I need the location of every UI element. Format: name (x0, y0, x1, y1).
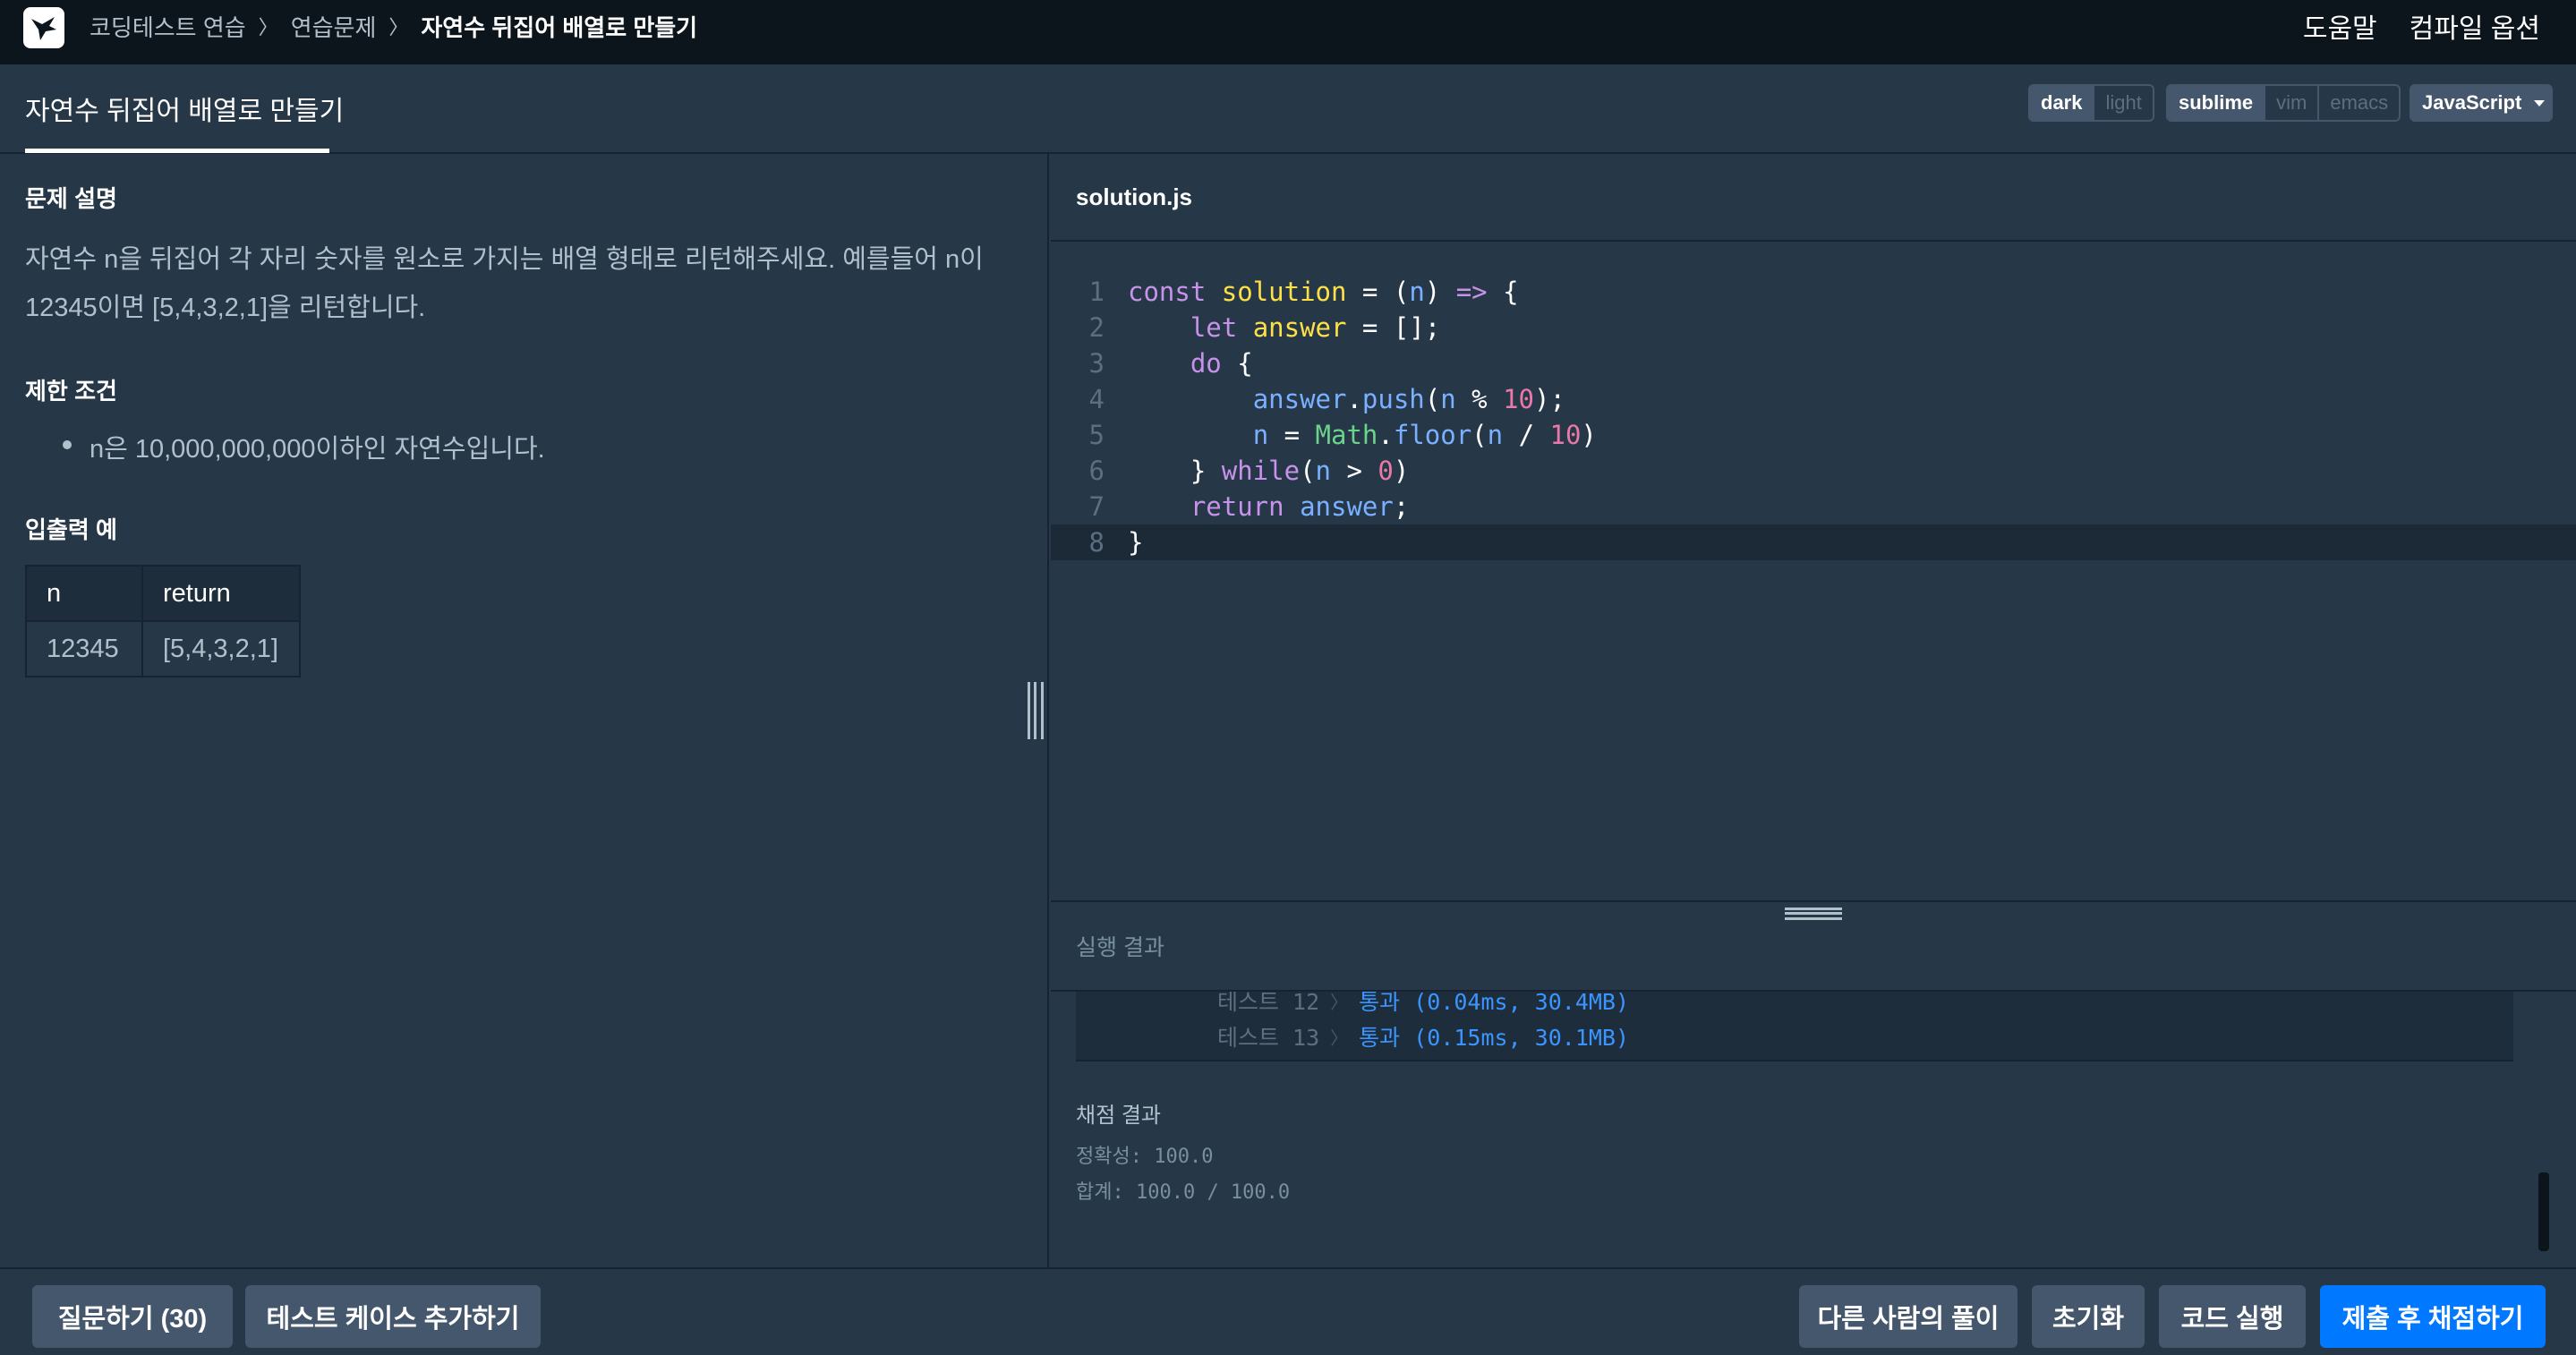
code-line: 1 const solution = (n) => { (1051, 274, 2576, 310)
vertical-resize-handle[interactable] (1028, 682, 1044, 739)
table-cell: 12345 (25, 620, 143, 678)
line-number: 5 (1088, 420, 1105, 450)
line-number: 8 (1088, 527, 1105, 558)
limits-heading: 제한 조건 (25, 378, 117, 405)
chevron-right-icon: 〉 (258, 16, 278, 38)
code-text: let answer = []; (1190, 312, 1441, 343)
help-link[interactable]: 도움말 (2303, 6, 2377, 46)
code-text: const solution = (n) => { (1128, 277, 1519, 307)
test-result-row: 테스트 13 〉 통과 (0.15ms, 30.1MB) (1217, 1018, 1629, 1054)
chevron-right-icon: 〉 (1330, 992, 1349, 1013)
caret-down-icon (2534, 99, 2546, 107)
tab-active-indicator (25, 149, 329, 153)
theme-dark-option[interactable]: dark (2030, 86, 2094, 120)
code-text: return answer; (1190, 491, 1410, 522)
code-line: 7 return answer; (1051, 489, 2576, 524)
code-text: n = Math.floor(n / 10) (1252, 420, 1597, 450)
horizontal-resize-handle[interactable] (1785, 908, 1842, 920)
io-example-table: n return 12345 [5,4,3,2,1] (25, 565, 301, 678)
test-label: 테스트 13 (1217, 1025, 1320, 1051)
ask-question-button[interactable]: 질문하기 (30) (32, 1285, 233, 1348)
code-line: 5 n = Math.floor(n / 10) (1051, 417, 2576, 453)
code-editor[interactable]: 1 const solution = (n) => { 2 let answer… (1051, 242, 2576, 900)
line-number: 3 (1088, 348, 1105, 379)
table-row: 12345 [5,4,3,2,1] (25, 620, 301, 678)
breadcrumb: 코딩테스트 연습 〉 연습문제 〉 자연수 뒤집어 배열로 만들기 (90, 0, 697, 52)
code-line: 2 let answer = []; (1051, 310, 2576, 345)
problem-description: 자연수 n을 뒤집어 각 자리 숫자를 원소로 가지는 배열 형태로 리턴해주세… (25, 235, 1022, 332)
limit-item: n은 10,000,000,000이하인 자연수입니다. (25, 428, 1022, 465)
keymap-toggle: sublime vim emacs (2166, 84, 2401, 122)
chevron-right-icon: 〉 (1330, 1027, 1349, 1049)
breadcrumb-item-current: 자연수 뒤집어 배열로 만들기 (421, 13, 698, 41)
tab-bar: 자연수 뒤집어 배열로 만들기 dark light sublime vim e… (0, 64, 2576, 154)
language-select-label: JavaScript (2422, 91, 2522, 114)
grade-total: 합계: 100.0 / 100.0 (1076, 1181, 1291, 1204)
file-name: solution.js (1076, 183, 1192, 210)
results-scrollbar[interactable] (2538, 1172, 2549, 1251)
file-tab: solution.js (1051, 154, 2576, 242)
code-line-active: 8 } (1051, 524, 2576, 560)
language-select[interactable]: JavaScript (2410, 84, 2553, 122)
description-heading: 문제 설명 (25, 185, 117, 212)
keymap-sublime-option[interactable]: sublime (2168, 86, 2265, 120)
keymap-emacs-option[interactable]: emacs (2317, 86, 2399, 120)
top-nav: 코딩테스트 연습 〉 연습문제 〉 자연수 뒤집어 배열로 만들기 도움말 컴파… (0, 0, 2576, 64)
test-result-row: 테스트 12 〉 통과 (0.04ms, 30.4MB) (1217, 992, 1629, 1018)
chevron-right-icon: 〉 (388, 16, 409, 38)
compile-options-link[interactable]: 컴파일 옵션 (2410, 6, 2540, 46)
line-number: 6 (1088, 456, 1105, 486)
problem-panel: 문제 설명 자연수 n을 뒤집어 각 자리 숫자를 원소로 가지는 배열 형태로… (0, 154, 1049, 1267)
code-line: 3 do { (1051, 345, 2576, 381)
keymap-vim-option[interactable]: vim (2264, 86, 2317, 120)
line-number: 1 (1088, 277, 1105, 307)
programmers-logo-icon[interactable] (23, 7, 64, 48)
code-text: } (1128, 527, 1144, 558)
code-text: } while(n > 0) (1128, 456, 1410, 486)
table-header-cell: return (141, 565, 301, 622)
test-value: 통과 (0.04ms, 30.4MB) (1359, 992, 1630, 1015)
grade-heading: 채점 결과 (1076, 1104, 1161, 1128)
run-code-button[interactable]: 코드 실행 (2159, 1285, 2306, 1348)
table-header-cell: n (25, 565, 143, 622)
io-heading: 입출력 예 (25, 516, 117, 543)
code-text: do { (1190, 348, 1253, 379)
bottom-action-bar: 질문하기 (30) 테스트 케이스 추가하기 다른 사람의 풀이 초기화 코드 … (0, 1267, 2576, 1355)
results-panel: 테스트 12 〉 통과 (0.04ms, 30.4MB) 테스트 13 〉 통과… (1051, 992, 2576, 1267)
breadcrumb-item-practice[interactable]: 연습문제 (291, 10, 377, 43)
limits-list: n은 10,000,000,000이하인 자연수입니다. (25, 428, 1022, 465)
code-line: 4 answer.push(n % 10); (1051, 381, 2576, 417)
add-testcase-button[interactable]: 테스트 케이스 추가하기 (245, 1285, 541, 1348)
line-number: 2 (1088, 312, 1105, 343)
code-text: answer.push(n % 10); (1252, 384, 1565, 414)
breadcrumb-item-coding-test[interactable]: 코딩테스트 연습 (90, 10, 246, 43)
theme-toggle: dark light (2028, 84, 2154, 122)
table-header-row: n return (25, 565, 301, 622)
code-line: 6 } while(n > 0) (1051, 453, 2576, 489)
reset-button[interactable]: 초기화 (2032, 1285, 2145, 1348)
results-heading: 실행 결과 (1076, 935, 1164, 960)
description-line: 12345이면 [5,4,3,2,1]을 리턴합니다. (25, 294, 426, 322)
test-value: 통과 (0.15ms, 30.1MB) (1359, 1025, 1630, 1051)
tab-problem-title[interactable]: 자연수 뒤집어 배열로 만들기 (25, 64, 344, 152)
submit-button[interactable]: 제출 후 채점하기 (2320, 1285, 2546, 1348)
others-solutions-button[interactable]: 다른 사람의 풀이 (1799, 1285, 2017, 1348)
test-label: 테스트 12 (1217, 992, 1320, 1015)
grade-accuracy: 정확성: 100.0 (1076, 1146, 1214, 1168)
line-number: 4 (1088, 384, 1105, 414)
description-line: 자연수 n을 뒤집어 각 자리 숫자를 원소로 가지는 배열 형태로 리턴해주세… (25, 245, 984, 274)
table-cell: [5,4,3,2,1] (141, 620, 301, 678)
line-number: 7 (1088, 491, 1105, 522)
test-results-list: 테스트 12 〉 통과 (0.04ms, 30.4MB) 테스트 13 〉 통과… (1076, 992, 2513, 1061)
theme-light-option[interactable]: light (2093, 86, 2152, 120)
